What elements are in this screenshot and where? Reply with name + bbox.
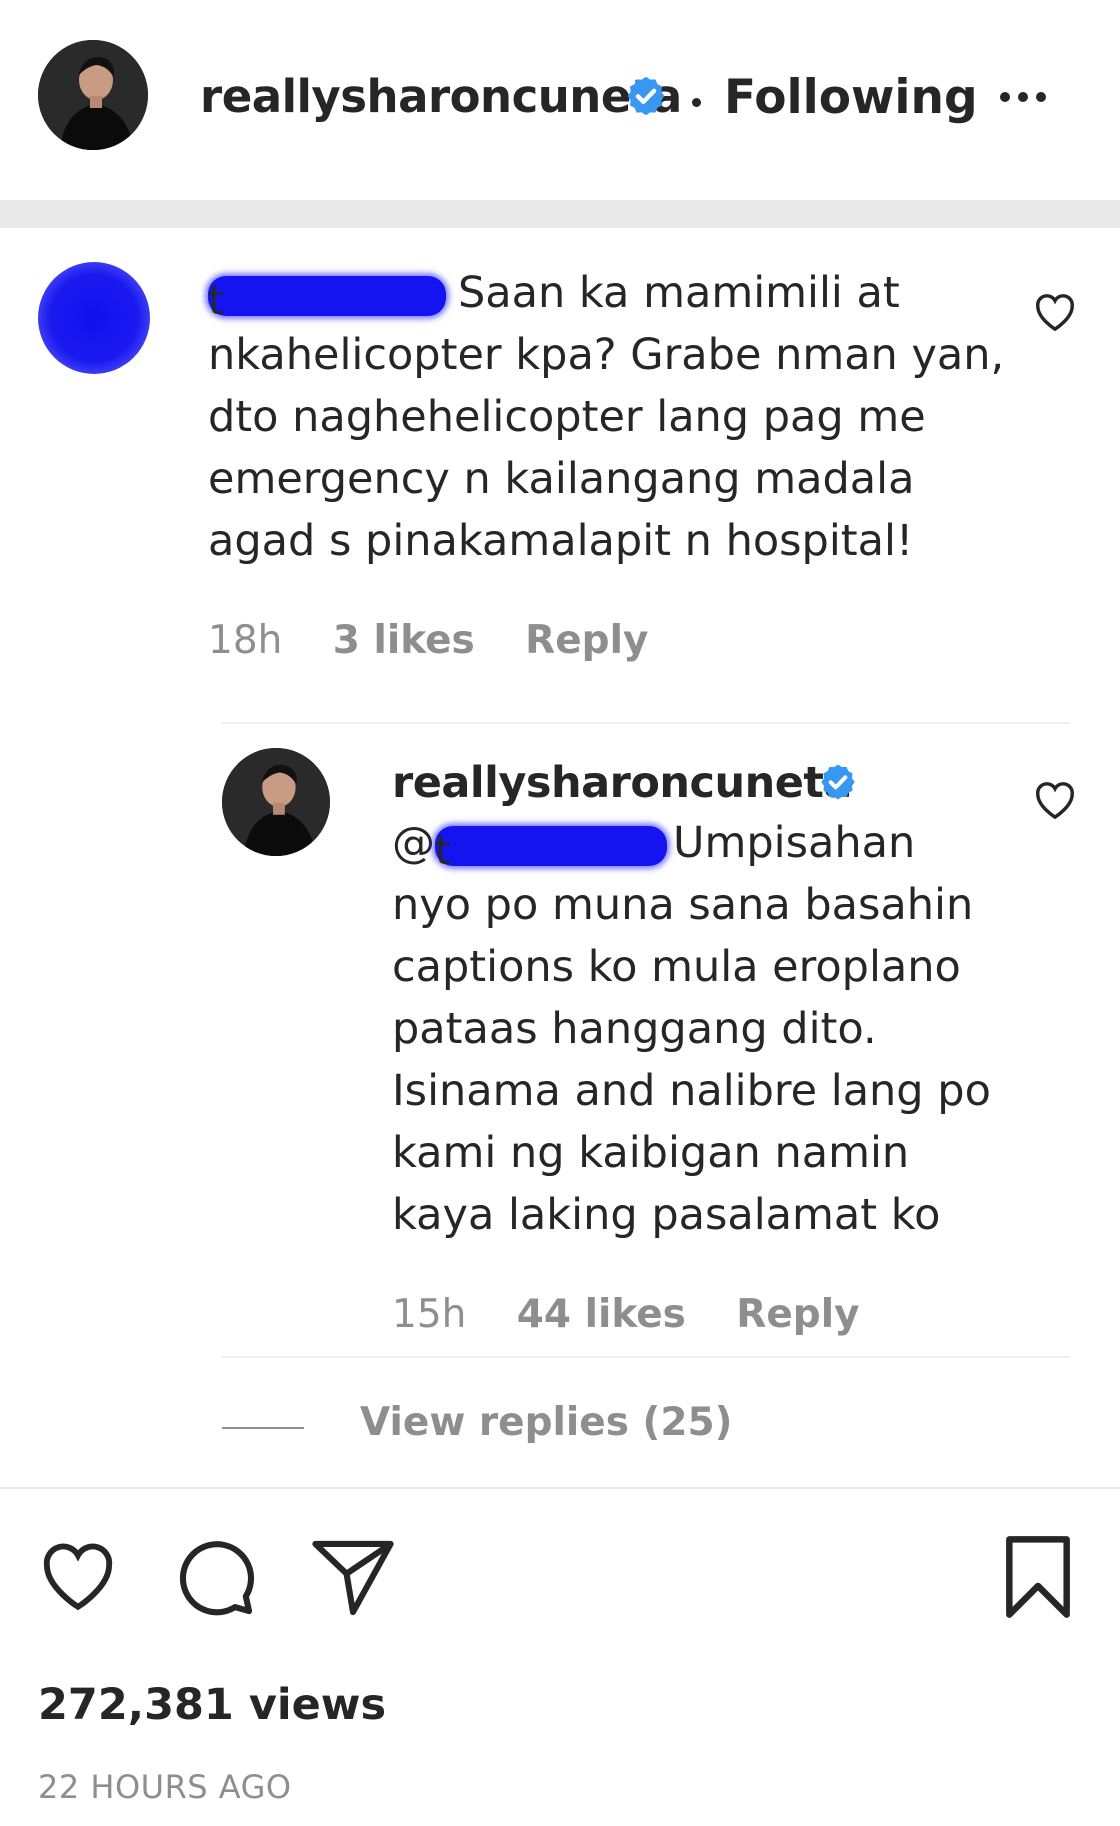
actions-divider xyxy=(0,1487,1120,1489)
comment-line: emergency n kailangang madala xyxy=(208,454,915,504)
avatar[interactable] xyxy=(38,40,148,150)
reply-time: 15h xyxy=(392,1292,467,1337)
heart-icon[interactable] xyxy=(36,1536,120,1612)
verified-badge-icon xyxy=(627,76,665,116)
reply-top-divider xyxy=(222,722,1070,724)
post-timestamp: 22 HOURS AGO xyxy=(38,1768,292,1806)
commenter-avatar-redacted[interactable] xyxy=(38,262,150,374)
comment-line: agad s pinakamalapit n hospital! xyxy=(208,516,914,566)
header-divider xyxy=(0,200,1120,228)
redacted-mention[interactable]: t xyxy=(435,825,667,874)
reply-body: @ t Umpisahan nyo po muna sana basahin cap… xyxy=(392,812,991,1246)
following-button[interactable]: Following xyxy=(724,70,978,125)
reply-line: kami ng kaibigan namin xyxy=(392,1128,910,1178)
share-icon[interactable] xyxy=(310,1538,396,1618)
reply-username[interactable]: reallysharoncuneta xyxy=(392,758,852,808)
like-reply-heart-icon[interactable] xyxy=(1032,778,1078,820)
bookmark-icon[interactable] xyxy=(1000,1534,1076,1620)
comment-likes[interactable]: 3 likes xyxy=(333,618,475,663)
reply-line: captions ko mula eroplano xyxy=(392,942,961,992)
reply-bottom-divider xyxy=(222,1356,1070,1358)
redacted-username[interactable]: t xyxy=(208,275,446,324)
comment-body: t Saan ka mamimili at nkahelicopter kpa? … xyxy=(208,262,1004,572)
comment-reply-button[interactable]: Reply xyxy=(525,618,648,663)
reply-meta: 15h 44 likes Reply xyxy=(392,1292,860,1337)
mention-prefix[interactable]: @ xyxy=(392,818,435,868)
profile-photo xyxy=(222,748,330,856)
reply-line: pataas hanggang dito. xyxy=(392,1004,877,1054)
separator-dot xyxy=(692,98,701,107)
comment-icon[interactable] xyxy=(172,1534,258,1620)
post-header: reallysharoncuneta Following xyxy=(0,0,1120,200)
comment-line: dto naghehelicopter lang pag me xyxy=(208,392,926,442)
reply-likes[interactable]: 44 likes xyxy=(517,1292,686,1337)
post-username[interactable]: reallysharoncuneta xyxy=(200,70,682,123)
reply-avatar[interactable] xyxy=(222,748,330,856)
comment-meta: 18h 3 likes Reply xyxy=(208,618,648,663)
reply-line: Isinama and nalibre lang po xyxy=(392,1066,991,1116)
verified-badge-icon xyxy=(821,764,855,800)
reply-line: nyo po muna sana basahin xyxy=(392,880,974,930)
comment-line: Saan ka mamimili at xyxy=(458,268,900,318)
reply-line: kaya laking pasalamat ko xyxy=(392,1190,941,1240)
comment-time: 18h xyxy=(208,618,283,663)
more-options-icon[interactable] xyxy=(1000,92,1046,102)
comment-line: nkahelicopter kpa? Grabe nman yan, xyxy=(208,330,1005,380)
profile-photo xyxy=(38,40,148,150)
view-replies-button[interactable]: View replies (25) xyxy=(360,1400,732,1445)
view-count[interactable]: 272,381 views xyxy=(38,1680,386,1730)
reply-reply-button[interactable]: Reply xyxy=(736,1292,859,1337)
view-replies-line xyxy=(222,1427,304,1429)
reply-line: Umpisahan xyxy=(673,818,916,868)
like-comment-heart-icon[interactable] xyxy=(1032,290,1078,332)
